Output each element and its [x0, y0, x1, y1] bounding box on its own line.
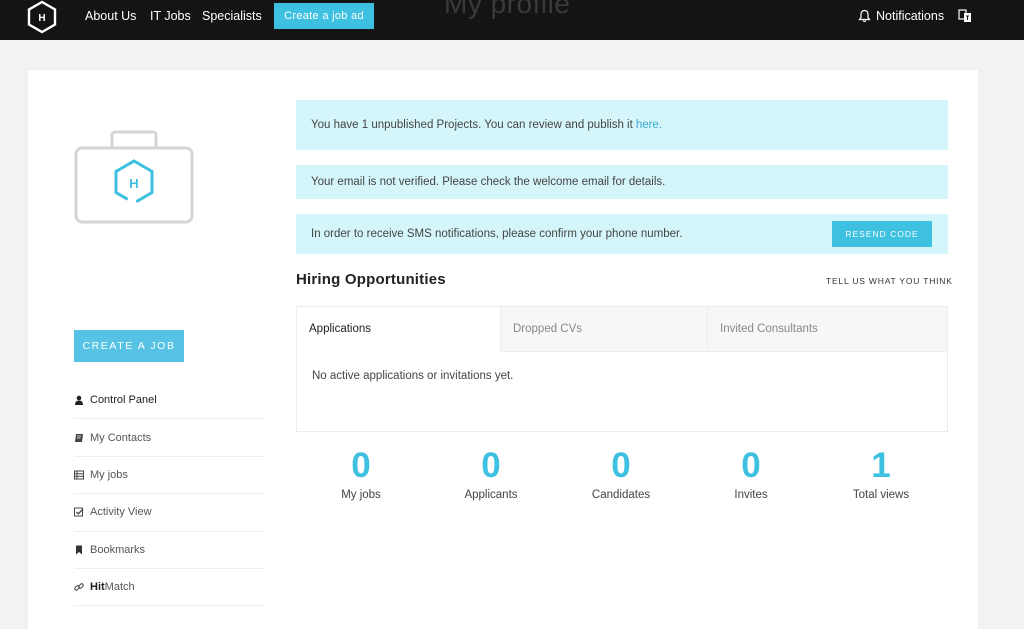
stat-value: 0: [481, 446, 501, 485]
unpublished-projects-alert: You have 1 unpublished Projects. You can…: [296, 100, 948, 150]
resend-code-button[interactable]: RESEND CODE: [832, 221, 932, 247]
sidebar-item-my-jobs[interactable]: My jobs: [74, 457, 264, 495]
top-navigation-bar: My profile H About Us IT Jobs Specialist…: [0, 0, 1024, 40]
nav-link-about-us[interactable]: About Us: [85, 9, 136, 23]
tell-us-what-you-think-link[interactable]: TELL US WHAT YOU THINK: [826, 276, 953, 286]
stat-value: 0: [741, 446, 761, 485]
user-icon: [74, 395, 90, 406]
sidebar-item-label: Activity View: [90, 506, 152, 519]
email-verification-alert: Your email is not verified. Please check…: [296, 165, 948, 199]
tab-dropped-cvs[interactable]: Dropped CVs: [500, 307, 707, 352]
nav-link-it-jobs[interactable]: IT Jobs: [150, 9, 191, 23]
checkbox-icon: [74, 507, 90, 517]
sidebar-item-label: Bookmarks: [90, 543, 146, 556]
page-title-ghost: My profile: [444, 0, 571, 19]
stat-value: 1: [871, 446, 891, 485]
logo-letter: H: [38, 13, 45, 24]
sms-confirmation-alert: In order to receive SMS notifications, p…: [296, 214, 948, 254]
sidebar-item-control-panel[interactable]: Control Panel: [74, 382, 264, 420]
language-switch-icon[interactable]: [958, 9, 972, 23]
unpublished-alert-text: You have 1 unpublished Projects. You can…: [311, 119, 633, 131]
hiring-opportunities-title: Hiring Opportunities: [296, 271, 446, 288]
stat-value: 0: [611, 446, 631, 485]
hexagon-logo-icon[interactable]: H: [26, 0, 58, 34]
sidebar-menu: Control Panel My Contacts My jobs Activi…: [74, 382, 264, 607]
stat-value: 0: [351, 446, 371, 485]
sidebar-item-label: My jobs: [90, 468, 128, 481]
company-briefcase-logo-icon: H: [74, 130, 194, 224]
publish-here-link[interactable]: here.: [636, 119, 662, 131]
stat-my-jobs[interactable]: 0 My jobs: [296, 446, 426, 502]
tab-applications[interactable]: Applications: [297, 307, 500, 352]
company-logo-letter: H: [129, 176, 138, 191]
sidebar-item-bookmarks[interactable]: Bookmarks: [74, 532, 264, 569]
sidebar-item-label: Control Panel: [90, 394, 157, 407]
notifications-link[interactable]: Notifications: [858, 9, 944, 23]
sms-alert-text: In order to receive SMS notifications, p…: [311, 228, 683, 240]
sidebar-item-my-contacts[interactable]: My Contacts: [74, 419, 264, 457]
sidebar-item-activity-view[interactable]: Activity View: [74, 494, 264, 532]
email-alert-text: Your email is not verified. Please check…: [311, 176, 666, 188]
notifications-label: Notifications: [876, 9, 945, 23]
stat-invites[interactable]: 0 Invites: [686, 446, 816, 502]
bookmark-icon: [74, 545, 90, 555]
empty-applications-message: No active applications or invitations ye…: [312, 370, 514, 382]
stat-label: My jobs: [341, 489, 381, 501]
sidebar-item-hitmatch[interactable]: HitMatch: [74, 569, 264, 607]
stat-label: Candidates: [591, 489, 651, 501]
stat-applicants[interactable]: 0 Applicants: [426, 446, 556, 502]
stat-label: Invites: [734, 489, 768, 501]
tab-invited-consultants[interactable]: Invited Consultants: [707, 307, 947, 352]
link-icon: [74, 582, 90, 592]
hiring-tabs-panel: Applications Dropped CVs Invited Consult…: [296, 306, 948, 432]
nav-link-specialists[interactable]: Specialists: [202, 9, 262, 23]
create-job-ad-button[interactable]: Create a job ad: [274, 3, 374, 29]
bell-icon: [858, 9, 871, 23]
sidebar-item-label: HitMatch: [90, 581, 135, 593]
hitmatch-label-rest: Match: [104, 581, 135, 594]
create-job-button[interactable]: CREATE A JOB: [74, 330, 184, 362]
hitmatch-label-bold: Hit: [90, 581, 105, 594]
stat-candidates[interactable]: 0 Candidates: [556, 446, 686, 502]
sidebar-item-label: My Contacts: [90, 431, 152, 444]
list-icon: [74, 470, 90, 480]
stat-label: Applicants: [464, 489, 518, 501]
stat-total-views[interactable]: 1 Total views: [816, 446, 946, 502]
stat-label: Total views: [852, 489, 910, 501]
address-book-icon: [74, 433, 90, 443]
